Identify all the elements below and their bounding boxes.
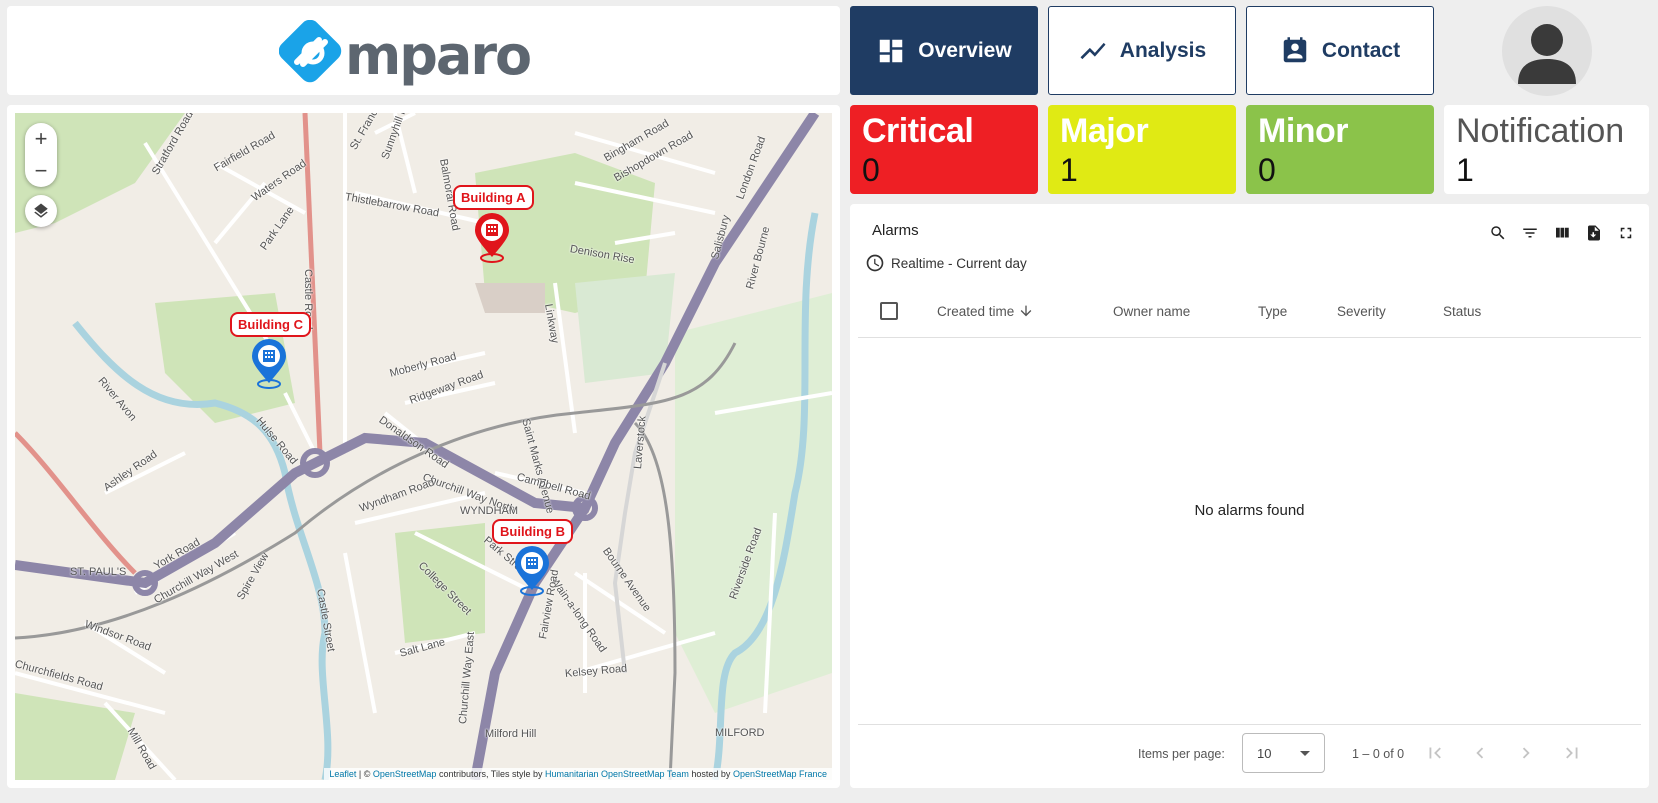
search-icon[interactable] (1487, 222, 1509, 244)
contact-card-icon (1283, 36, 1307, 62)
building-a-label[interactable]: Building A (453, 185, 534, 210)
column-created-time[interactable]: Created time (937, 284, 1034, 338)
column-owner-name[interactable]: Owner name (1113, 284, 1190, 338)
attribution-sep: | © (356, 769, 373, 779)
logo-text: mparo (345, 24, 530, 87)
select-all-checkbox[interactable] (880, 302, 898, 320)
contact-label: Contact (1321, 38, 1401, 62)
layers-button[interactable] (25, 195, 57, 227)
building-b-label[interactable]: Building B (492, 519, 573, 544)
major-count: 1 (1060, 152, 1078, 188)
minor-label: Minor (1258, 112, 1349, 150)
export-icon[interactable] (1583, 222, 1605, 244)
range-label: 1 – 0 of 0 (1352, 747, 1405, 761)
map-card: Stratford Road Fairfield Road Waters Road P… (7, 105, 840, 788)
alarms-card: Alarms Realtime - Current day Created ti… (850, 204, 1649, 788)
major-count-card[interactable]: Major 1 (1048, 105, 1236, 194)
first-page-icon[interactable] (1423, 741, 1447, 765)
fullscreen-icon[interactable] (1615, 222, 1637, 244)
minor-count-card[interactable]: Minor 0 (1246, 105, 1434, 194)
logo-card: mparo (7, 6, 840, 95)
avatar[interactable] (1502, 6, 1592, 96)
building-b-marker-icon[interactable] (512, 546, 552, 596)
dropdown-caret-icon (1300, 751, 1310, 756)
map[interactable]: Stratford Road Fairfield Road Waters Road P… (15, 113, 832, 780)
alarms-table-header: Created time Owner name Type Severity St… (858, 284, 1641, 338)
columns-icon[interactable] (1551, 222, 1573, 244)
trending-icon (1080, 42, 1106, 59)
notification-label: Notification (1456, 112, 1625, 150)
critical-label: Critical (862, 112, 974, 150)
overview-button[interactable]: Overview (850, 6, 1038, 95)
items-per-page-select[interactable]: 10 (1242, 733, 1325, 773)
timewindow-label: Realtime - Current day (891, 255, 1027, 271)
alarms-title: Alarms (872, 222, 919, 239)
attribution-hosted: hosted by (688, 769, 733, 779)
notification-count: 1 (1456, 152, 1474, 188)
minor-count: 0 (1258, 152, 1276, 188)
hot-link[interactable]: Humanitarian OpenStreetMap Team (545, 769, 689, 779)
layers-icon (34, 203, 48, 218)
paginator: Items per page: 10 1 – 0 of 0 (858, 724, 1641, 780)
clock-icon (866, 254, 884, 272)
items-per-page-label: Items per page: (1138, 747, 1225, 761)
map-attribution: Leaflet | © OpenStreetMap contributors, … (324, 768, 832, 780)
osm-link[interactable]: OpenStreetMap (373, 769, 437, 779)
alarms-toolbar (1487, 222, 1637, 244)
critical-count: 0 (862, 152, 880, 188)
empty-message: No alarms found (1194, 502, 1305, 519)
items-per-page-value: 10 (1257, 746, 1272, 761)
zoom-out-button[interactable]: − (25, 155, 57, 187)
osmfr-link[interactable]: OpenStreetMap France (733, 769, 827, 779)
overview-label: Overview (918, 38, 1012, 62)
critical-count-card[interactable]: Critical 0 (850, 105, 1038, 194)
user-icon (1518, 24, 1576, 84)
building-c-marker-icon[interactable] (249, 339, 289, 389)
analysis-button[interactable]: Analysis (1048, 6, 1236, 95)
timewindow[interactable]: Realtime - Current day (865, 253, 1027, 273)
last-page-icon[interactable] (1560, 741, 1584, 765)
column-severity[interactable]: Severity (1337, 284, 1386, 338)
dashboard-icon (880, 39, 903, 62)
attribution-contrib: contributors, Tiles style by (436, 769, 545, 779)
analysis-label: Analysis (1119, 38, 1207, 62)
zoom-in-button[interactable]: + (25, 123, 57, 155)
arrow-down-icon (1020, 305, 1032, 317)
next-page-icon[interactable] (1514, 741, 1538, 765)
building-c-label[interactable]: Building C (230, 312, 311, 337)
notification-count-card[interactable]: Notification 1 (1444, 105, 1649, 194)
contact-button[interactable]: Contact (1246, 6, 1434, 95)
building-a-marker-icon[interactable] (472, 213, 512, 263)
amparo-logo: mparo (279, 20, 532, 87)
filter-icon[interactable] (1519, 222, 1541, 244)
zoom-controls: + − (25, 123, 57, 187)
previous-page-icon[interactable] (1468, 741, 1492, 765)
map-tiles[interactable] (15, 113, 832, 780)
major-label: Major (1060, 112, 1149, 150)
column-type[interactable]: Type (1258, 284, 1287, 338)
column-status[interactable]: Status (1443, 284, 1481, 338)
leaflet-link[interactable]: Leaflet (329, 769, 356, 779)
